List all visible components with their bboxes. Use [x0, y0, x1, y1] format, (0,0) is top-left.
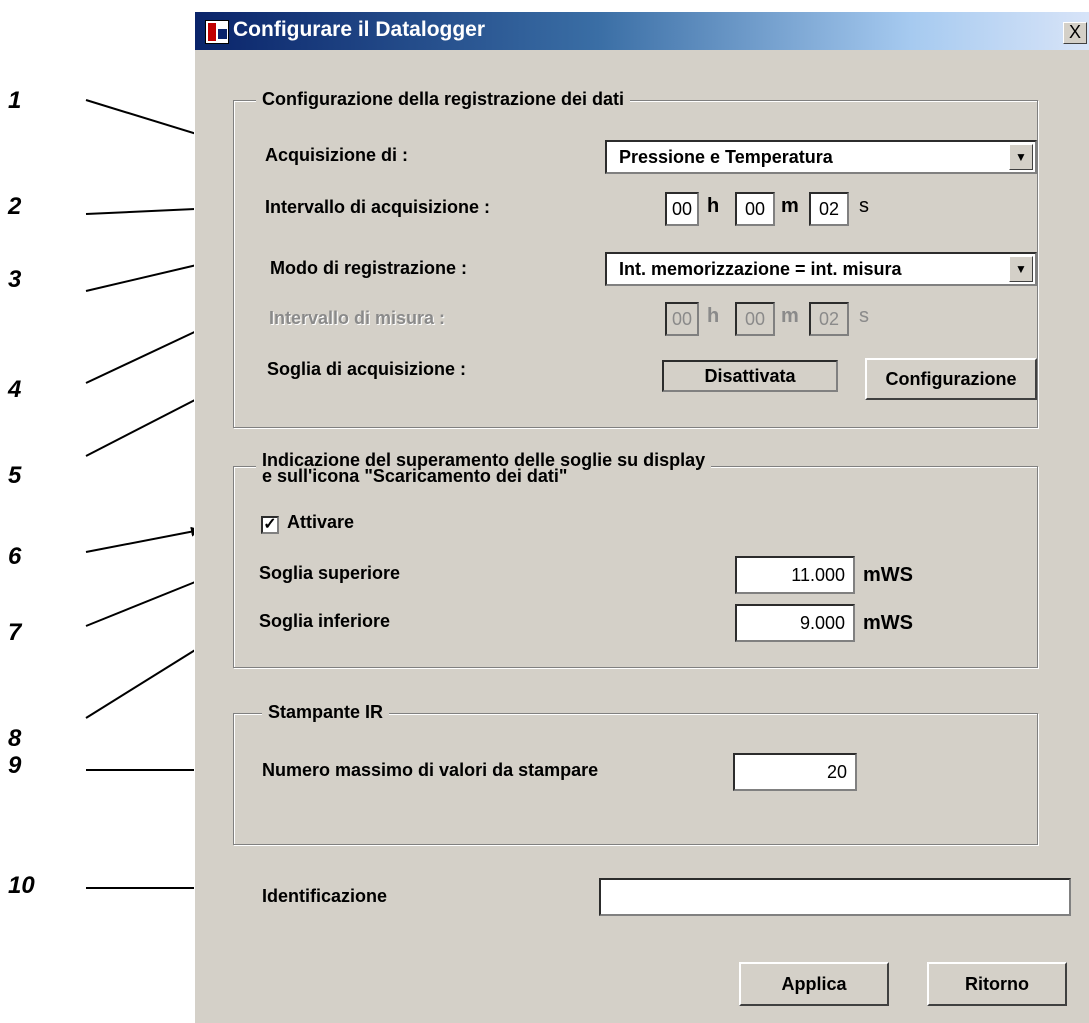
upper-threshold-label: Soglia superiore [259, 563, 401, 583]
datalogger-dialog: Configurare il Datalogger X Configurazio… [194, 12, 1089, 1023]
upper-threshold-unit: mWS [863, 564, 913, 586]
acquisition-label: Acquisizione di : [265, 145, 409, 165]
threshold-label: Soglia di acquisizione : [267, 359, 467, 379]
measure-seconds-unit: s [859, 305, 869, 327]
acquisition-select[interactable]: Pressione e Temperatura ▼ [605, 140, 1037, 174]
measure-seconds-input: 02 [809, 302, 849, 336]
close-button[interactable]: X [1063, 22, 1087, 44]
threshold-status: Disattivata [662, 360, 838, 392]
mode-value: Int. memorizzazione = int. misura [619, 259, 902, 279]
configure-button[interactable]: Configurazione [865, 358, 1037, 400]
activate-label: Attivare [287, 512, 355, 532]
mode-select[interactable]: Int. memorizzazione = int. misura ▼ [605, 252, 1037, 286]
title-bar[interactable]: Configurare il Datalogger X [195, 12, 1089, 50]
chevron-down-icon[interactable]: ▼ [1009, 256, 1033, 282]
upper-threshold-input[interactable]: 11.000 [735, 556, 855, 594]
seconds-unit: s [859, 195, 869, 217]
datalogger-icon [205, 20, 229, 44]
chevron-down-icon[interactable]: ▼ [1009, 144, 1033, 170]
interval-hours-input[interactable]: 00 [665, 192, 699, 226]
interval-seconds-input[interactable]: 02 [809, 192, 849, 226]
measure-label: Intervallo di misura : [269, 308, 446, 328]
arrow-6 [85, 526, 201, 553]
lower-threshold-unit: mWS [863, 612, 913, 634]
back-button[interactable]: Ritorno [927, 962, 1067, 1006]
lower-threshold-label: Soglia inferiore [259, 611, 391, 631]
identification-input[interactable] [599, 878, 1071, 916]
arrow-8 [85, 641, 209, 719]
max-values-label: Numero massimo di valori da stampare [262, 760, 599, 780]
measure-hours-input: 00 [665, 302, 699, 336]
measure-minutes-unit: m [781, 305, 799, 327]
interval-minutes-input[interactable]: 00 [735, 192, 775, 226]
acquisition-value: Pressione e Temperatura [619, 147, 833, 167]
recording-config-title: Configurazione della registrazione dei d… [256, 89, 631, 109]
measure-minutes-input: 00 [735, 302, 775, 336]
activate-checkbox[interactable]: ✓ [261, 516, 279, 534]
interval-label: Intervallo di acquisizione : [265, 197, 491, 217]
window-title: Configurare il Datalogger [233, 18, 486, 41]
mode-label: Modo di registrazione : [270, 258, 468, 278]
max-values-input[interactable]: 20 [733, 753, 857, 791]
threshold-display-title-line2: e sull'icona "Scaricamento dei dati" [262, 466, 568, 486]
minutes-unit: m [781, 195, 799, 217]
apply-button[interactable]: Applica [739, 962, 889, 1006]
measure-hours-unit: h [707, 305, 720, 327]
arrow-7 [85, 574, 211, 627]
printer-group-title: Stampante IR [262, 702, 390, 722]
threshold-display-title: Indicazione del superamento delle soglie… [256, 451, 712, 486]
hours-unit: h [707, 195, 720, 217]
lower-threshold-input[interactable]: 9.000 [735, 604, 855, 642]
identification-label: Identificazione [262, 886, 388, 906]
